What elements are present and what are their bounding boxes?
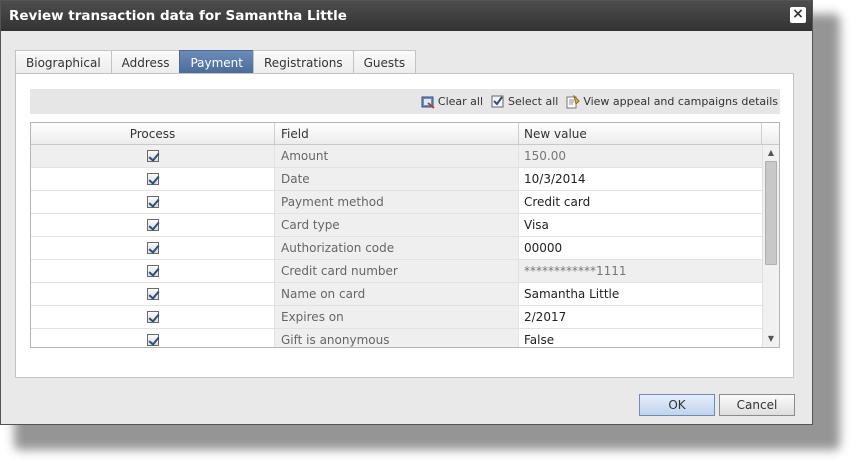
select-all-label: Select all [508,95,559,108]
field-cell: Expires on [275,306,519,328]
table-row: Amount 150.00 [31,145,762,168]
process-checkbox[interactable] [146,242,159,254]
grid-scrollbar[interactable]: ▲ ▼ [762,145,779,347]
table-row: Name on card Samantha Little [31,283,762,306]
grid-rows: Amount 150.00 Date 10/3/2014 Payment met… [31,145,762,347]
field-cell: Credit card number [275,260,519,282]
scroll-down-icon[interactable]: ▼ [763,331,779,347]
process-checkbox[interactable] [146,196,159,208]
view-appeal-button[interactable]: View appeal and campaigns details [566,94,778,109]
value-cell[interactable]: 00000 [519,237,762,259]
process-checkbox[interactable] [146,150,159,162]
table-row: Credit card number ************1111 [31,260,762,283]
column-header-spacer [762,123,779,144]
process-checkbox[interactable] [146,288,159,300]
field-cell: Payment method [275,191,519,213]
field-cell: Gift is anonymous [275,329,519,347]
process-checkbox[interactable] [146,173,159,185]
clear-all-label: Clear all [437,95,484,108]
payment-panel: Clear all Select all View appeal and cam… [15,73,794,378]
process-checkbox[interactable] [146,219,159,231]
clear-all-button[interactable]: Clear all [421,95,483,109]
value-cell[interactable]: 2/2017 [519,306,762,328]
tab-guests[interactable]: Guests [352,50,417,74]
process-checkbox[interactable] [146,311,159,323]
scrollbar-thumb[interactable] [765,161,777,265]
select-all-icon [491,95,504,107]
field-cell: Name on card [275,283,519,305]
tab-address[interactable]: Address [110,50,181,74]
value-cell[interactable]: Credit card [519,191,762,213]
table-row: Expires on 2/2017 [31,306,762,329]
transaction-grid: Process Field New value Amount 150.00 Da… [30,122,780,348]
column-header-new-value[interactable]: New value [519,123,762,144]
value-cell: ************1111 [519,260,762,282]
process-checkbox[interactable] [146,334,159,346]
value-cell: 150.00 [519,145,762,167]
review-transaction-dialog: Review transaction data for Samantha Lit… [0,0,813,425]
ok-button[interactable]: OK [639,394,715,416]
tab-strip: Biographical Address Payment Registratio… [15,50,417,74]
field-cell: Amount [275,145,519,167]
document-icon [566,94,581,108]
column-header-field[interactable]: Field [275,123,519,144]
select-all-button[interactable]: Select all [491,95,558,109]
value-cell[interactable]: Samantha Little [519,283,762,305]
table-row: Date 10/3/2014 [31,168,762,191]
table-row: Authorization code 00000 [31,237,762,260]
column-header-process[interactable]: Process [31,123,275,144]
grid-header: Process Field New value [31,123,779,145]
table-row: Card type Visa [31,214,762,237]
value-cell[interactable]: False [519,329,762,347]
tab-registrations[interactable]: Registrations [253,50,354,74]
dialog-title: Review transaction data for Samantha Lit… [9,8,347,24]
cancel-button[interactable]: Cancel [719,394,795,416]
process-checkbox[interactable] [146,265,159,277]
close-icon[interactable]: × [790,7,806,23]
dialog-titlebar: Review transaction data for Samantha Lit… [1,1,812,31]
view-appeal-label: View appeal and campaigns details [583,95,778,108]
scroll-up-icon[interactable]: ▲ [763,145,779,161]
clear-all-icon [421,96,435,109]
grid-toolbar: Clear all Select all View appeal and cam… [30,89,780,114]
field-cell: Card type [275,214,519,236]
value-cell[interactable]: 10/3/2014 [519,168,762,190]
field-cell: Authorization code [275,237,519,259]
value-cell[interactable]: Visa [519,214,762,236]
table-row: Gift is anonymous False [31,329,762,347]
field-cell: Date [275,168,519,190]
tab-biographical[interactable]: Biographical [15,50,112,74]
tab-payment[interactable]: Payment [179,50,254,74]
table-row: Payment method Credit card [31,191,762,214]
